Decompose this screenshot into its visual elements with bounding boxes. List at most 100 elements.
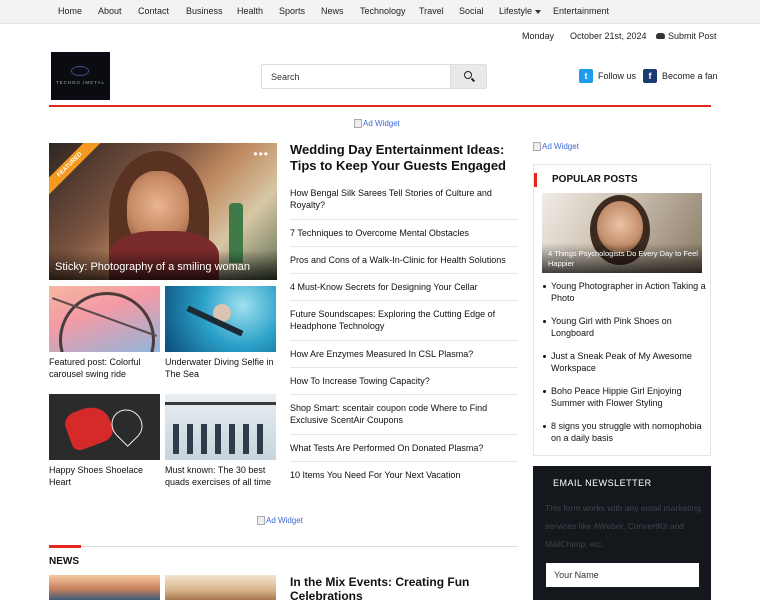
header-divider [49, 105, 711, 107]
more-options-icon[interactable]: ••• [253, 148, 269, 160]
featured-caption-overlay: Sticky: Photography of a smiling woman [49, 250, 277, 280]
chevron-down-icon [535, 9, 542, 14]
widget-accent [534, 173, 537, 187]
section-accent [49, 545, 81, 548]
featured-caption[interactable]: Sticky: Photography of a smiling woman [55, 261, 250, 273]
ad-widget-sidebar-label: Ad Widget [542, 142, 579, 151]
news-section-title: NEWS [49, 556, 79, 567]
post-tile-title[interactable]: Underwater Diving Selfie in The Sea [165, 356, 276, 380]
logo-text: TECHNO IMETAL [55, 80, 106, 85]
bullet-icon [543, 355, 546, 358]
email-newsletter-widget: EMAIL NEWSLETTER This form works with an… [533, 466, 711, 600]
nav-about[interactable]: About [98, 6, 122, 16]
popular-list-item[interactable]: 8 signs you struggle with nomophobia on … [551, 420, 707, 444]
current-date: October 21st, 2024 [570, 31, 647, 41]
submit-post-label: Submit Post [668, 31, 717, 41]
ad-widget-top-label: Ad Widget [363, 119, 400, 128]
logo-mark [71, 66, 89, 76]
popular-list-item[interactable]: Young Photographer in Action Taking a Ph… [551, 280, 707, 304]
newsletter-description: This form works with any email marketing… [545, 503, 701, 549]
bullet-icon [543, 320, 546, 323]
list-item[interactable]: How Are Enzymes Measured In CSL Plasma? [290, 348, 518, 360]
list-item[interactable]: 7 Techniques to Overcome Mental Obstacle… [290, 227, 518, 239]
ad-widget-middle[interactable]: Ad Widget [257, 516, 303, 526]
news-lead-title[interactable]: In the Mix Events: Creating Fun Celebrat… [290, 575, 518, 600]
nav-technology[interactable]: Technology [360, 6, 406, 16]
list-item[interactable]: 10 Items You Need For Your Next Vacation [290, 469, 518, 481]
post-tile-title[interactable]: Happy Shoes Shoelace Heart [49, 464, 160, 488]
nav-health[interactable]: Health [237, 6, 263, 16]
list-item[interactable]: 4 Must-Know Secrets for Designing Your C… [290, 281, 518, 293]
twitter-follow-link[interactable]: t Follow us [579, 69, 636, 83]
list-divider [290, 434, 518, 435]
news-tile-image [165, 575, 276, 600]
cloud-upload-icon [656, 32, 665, 39]
nav-sports[interactable]: Sports [279, 6, 305, 16]
list-item[interactable]: Pros and Cons of a Walk-In-Clinic for He… [290, 254, 518, 266]
post-tile[interactable]: Featured post: Colorful carousel swing r… [49, 286, 160, 380]
post-tile-image [49, 286, 160, 352]
list-item[interactable]: Shop Smart: scentair coupon code Where t… [290, 402, 518, 426]
current-day: Monday [522, 31, 555, 41]
submit-post-link[interactable]: Submit Post [656, 31, 717, 41]
list-divider [290, 340, 518, 341]
nav-travel[interactable]: Travel [419, 6, 444, 16]
nav-lifestyle[interactable]: Lifestyle [499, 6, 542, 16]
ad-widget-middle-label: Ad Widget [266, 516, 303, 525]
list-item[interactable]: How To Increase Towing Capacity? [290, 375, 518, 387]
list-item[interactable]: What Tests Are Performed On Donated Plas… [290, 442, 518, 454]
list-item[interactable]: Future Soundscapes: Exploring the Cuttin… [290, 308, 518, 332]
nav-home[interactable]: Home [58, 6, 82, 16]
facebook-fan-link[interactable]: f Become a fan [643, 69, 718, 83]
popular-hero-post[interactable]: 4 Things Psychologists Do Every Day to F… [542, 193, 702, 273]
post-tile[interactable]: Must known: The 30 best quads exercises … [165, 394, 276, 488]
list-divider [290, 367, 518, 368]
news-tile-image [49, 575, 160, 600]
post-tile-image [165, 394, 276, 460]
post-tile[interactable]: Happy Shoes Shoelace Heart [49, 394, 160, 488]
nav-social[interactable]: Social [459, 6, 484, 16]
post-tile-image [49, 394, 160, 460]
ad-widget-top[interactable]: Ad Widget [354, 119, 400, 129]
ad-widget-sidebar[interactable]: Ad Widget [533, 142, 579, 152]
popular-hero-caption-overlay: 4 Things Psychologists Do Every Day to F… [542, 243, 702, 273]
post-tile-title[interactable]: Must known: The 30 best quads exercises … [165, 464, 276, 488]
featured-post[interactable]: FEATURED ••• Sticky: Photography of a sm… [49, 143, 277, 280]
popular-posts-title: POPULAR POSTS [552, 174, 638, 185]
post-tile-title[interactable]: Featured post: Colorful carousel swing r… [49, 356, 160, 380]
list-divider [290, 246, 518, 247]
post-tile[interactable]: Underwater Diving Selfie in The Sea [165, 286, 276, 380]
bullet-icon [543, 285, 546, 288]
headline-post-title[interactable]: Wedding Day Entertainment Ideas: Tips to… [290, 142, 518, 174]
popular-list-item[interactable]: Just a Sneak Peak of My Awesome Workspac… [551, 350, 707, 374]
twitter-follow-label: Follow us [598, 71, 637, 81]
nav-lifestyle-label: Lifestyle [499, 6, 533, 16]
broken-image-icon [354, 119, 362, 129]
search-bar [261, 64, 487, 89]
list-item[interactable]: How Bengal Silk Sarees Tell Stories of C… [290, 187, 518, 211]
news-tile[interactable] [165, 575, 276, 600]
list-divider [290, 273, 518, 274]
search-input[interactable] [262, 65, 452, 88]
search-button[interactable] [450, 65, 486, 88]
popular-list-item[interactable]: Boho Peace Hippie Girl Enjoying Summer w… [551, 385, 707, 409]
facebook-icon: f [643, 69, 657, 83]
post-tile-image [165, 286, 276, 352]
nav-contact[interactable]: Contact [138, 6, 169, 16]
site-logo[interactable]: TECHNO IMETAL [51, 52, 110, 100]
section-divider [49, 546, 518, 547]
news-tile[interactable] [49, 575, 160, 600]
popular-hero-caption[interactable]: 4 Things Psychologists Do Every Day to F… [548, 249, 698, 269]
list-divider [290, 219, 518, 220]
list-divider [290, 394, 518, 395]
popular-list-item[interactable]: Young Girl with Pink Shoes on Longboard [551, 315, 707, 339]
nav-entertainment[interactable]: Entertainment [553, 6, 609, 16]
facebook-fan-label: Become a fan [662, 71, 718, 81]
list-divider [290, 300, 518, 301]
list-divider [290, 461, 518, 462]
popular-posts-widget: POPULAR POSTS 4 Things Psychologists Do … [533, 164, 711, 456]
nav-business[interactable]: Business [186, 6, 223, 16]
newsletter-name-input[interactable] [546, 563, 699, 587]
nav-news[interactable]: News [321, 6, 344, 16]
newsletter-title: EMAIL NEWSLETTER [553, 478, 652, 488]
